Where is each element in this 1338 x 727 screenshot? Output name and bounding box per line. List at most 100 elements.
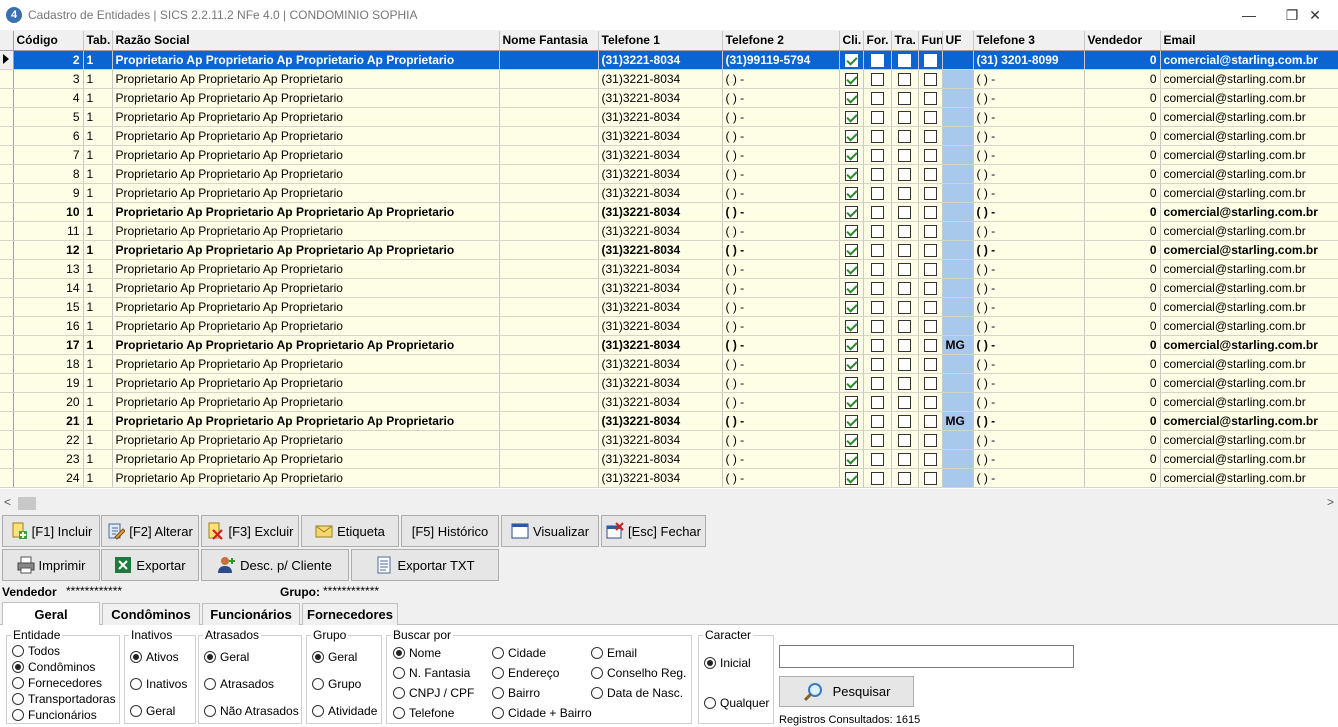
radio-button[interactable] [12,645,24,657]
etiqueta-button[interactable]: Etiqueta [301,515,399,547]
row-indicator[interactable] [0,316,14,336]
buscar-option[interactable]: Email [591,646,637,660]
cell-uf[interactable] [942,221,974,241]
cell-razao-social[interactable]: Proprietario Ap Proprietario Ap Propriet… [112,335,500,355]
cell-for[interactable] [863,316,892,336]
checkbox-cli[interactable] [844,148,858,162]
cell-telefone-1[interactable]: (31)3221-8034 [598,468,723,488]
cell-telefone-2[interactable]: ( ) - [722,430,840,450]
checkbox-tra[interactable] [898,319,911,333]
cell-for[interactable] [863,373,892,393]
cell-uf[interactable] [942,240,974,260]
checkbox-fun[interactable] [923,243,937,257]
cell-email[interactable]: comercial@starling.com.br [1160,202,1338,222]
cell-email[interactable]: comercial@starling.com.br [1160,449,1338,469]
cell-for[interactable] [863,411,892,431]
cell-vendedor[interactable]: 0 [1084,392,1161,412]
atrasados-option[interactable]: Atrasados [204,677,274,691]
checkbox-fun[interactable] [923,167,937,181]
row-indicator[interactable] [0,145,14,165]
cell-fun[interactable] [918,449,943,469]
table-row[interactable]: 21 1 Proprietario Ap Proprietario Ap Propr… [0,411,1338,431]
cell-fun[interactable] [918,278,943,298]
table-row[interactable]: 7 1 Proprietario Ap Proprietario Ap Propri… [0,145,1338,165]
cell-cli[interactable] [839,316,864,336]
cell-fun[interactable] [918,392,943,412]
header-cli[interactable]: Cli. [839,31,864,51]
row-indicator[interactable] [0,126,14,146]
cell-for[interactable] [863,183,892,203]
inativos-option[interactable]: Ativos [130,650,179,664]
cell-telefone-2[interactable]: ( ) - [722,240,840,260]
checkbox-for[interactable] [870,300,884,314]
radio-button[interactable] [393,647,405,659]
cell-fun[interactable] [918,335,943,355]
cell-tab[interactable]: 1 [83,221,113,241]
cell-for[interactable] [863,88,892,108]
cell-tab[interactable]: 1 [83,392,113,412]
cell-fun[interactable] [918,107,943,127]
cell-uf[interactable] [942,145,974,165]
row-indicator[interactable] [0,183,14,203]
cell-codigo[interactable]: 5 [13,107,84,127]
cell-tab[interactable]: 1 [83,88,113,108]
cell-cli[interactable] [839,449,864,469]
cell-tra[interactable] [891,449,919,469]
row-indicator[interactable] [0,202,14,222]
entidade-option[interactable]: Funcionários [12,708,97,722]
buscar-option[interactable]: Conselho Reg. [591,666,686,680]
cell-nome-fantasia[interactable] [499,430,599,450]
tab-condominos[interactable]: Condôminos [102,603,200,625]
cell-cli[interactable] [839,107,864,127]
cell-tab[interactable]: 1 [83,126,113,146]
checkbox-cli[interactable] [844,129,858,143]
cell-nome-fantasia[interactable] [499,354,599,374]
cell-telefone-3[interactable]: ( ) - [973,145,1085,165]
cell-nome-fantasia[interactable] [499,335,599,355]
cell-cli[interactable] [839,145,864,165]
header-telefone-2[interactable]: Telefone 2 [722,31,840,51]
cell-tab[interactable]: 1 [83,202,113,222]
checkbox-tra[interactable] [898,148,911,162]
cell-tab[interactable]: 1 [83,145,113,165]
checkbox-tra[interactable] [898,110,911,124]
cell-codigo[interactable]: 14 [13,278,84,298]
cell-telefone-1[interactable]: (31)3221-8034 [598,430,723,450]
cell-for[interactable] [863,259,892,279]
cell-telefone-3[interactable]: ( ) - [973,316,1085,336]
cell-email[interactable]: comercial@starling.com.br [1160,69,1338,89]
table-row[interactable]: 12 1 Proprietario Ap Proprietario Ap Propr… [0,240,1338,260]
inativos-option[interactable]: Geral [130,704,175,718]
cell-codigo[interactable]: 23 [13,449,84,469]
cell-uf[interactable] [942,278,974,298]
cell-codigo[interactable]: 2 [13,50,84,70]
cell-tra[interactable] [891,297,919,317]
checkbox-cli[interactable] [844,72,858,86]
cell-cli[interactable] [839,335,864,355]
buscar-option[interactable]: Nome [393,646,441,660]
cell-telefone-1[interactable]: (31)3221-8034 [598,164,723,184]
checkbox-fun[interactable] [923,205,937,219]
cell-telefone-2[interactable]: ( ) - [722,164,840,184]
cell-fun[interactable] [918,126,943,146]
cell-tra[interactable] [891,335,919,355]
checkbox-cli[interactable] [844,414,858,428]
table-row[interactable]: 11 1 Proprietario Ap Proprietario Ap Propr… [0,221,1338,241]
checkbox-cli[interactable] [844,338,858,352]
cell-email[interactable]: comercial@starling.com.br [1160,221,1338,241]
checkbox-tra[interactable] [898,205,911,219]
cell-cli[interactable] [839,468,864,488]
cell-codigo[interactable]: 7 [13,145,84,165]
cell-telefone-3[interactable]: ( ) - [973,69,1085,89]
cell-email[interactable]: comercial@starling.com.br [1160,430,1338,450]
cell-tra[interactable] [891,430,919,450]
cell-vendedor[interactable]: 0 [1084,259,1161,279]
cell-vendedor[interactable]: 0 [1084,316,1161,336]
cell-cli[interactable] [839,221,864,241]
checkbox-fun[interactable] [923,376,937,390]
cell-codigo[interactable]: 20 [13,392,84,412]
checkbox-fun[interactable] [923,110,937,124]
cell-telefone-3[interactable]: ( ) - [973,335,1085,355]
cell-for[interactable] [863,449,892,469]
cell-telefone-2[interactable]: ( ) - [722,107,840,127]
